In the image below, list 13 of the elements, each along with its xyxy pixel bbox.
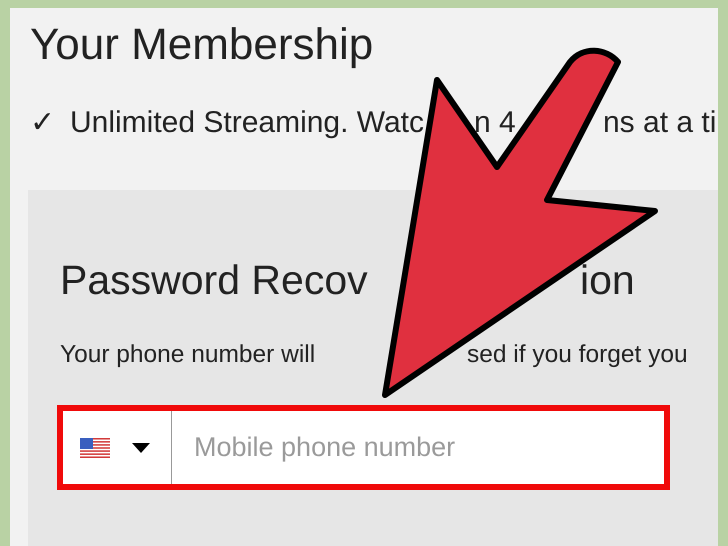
description-text: Your phone number will xyxy=(60,340,316,370)
panel-title: ion xyxy=(580,256,635,305)
panel-title: Password Recov xyxy=(60,256,368,305)
description-text: sed if you forget you xyxy=(467,340,688,370)
section-title: Your Membership xyxy=(30,19,374,70)
feature-text: Unlimited Streaming. Watc xyxy=(70,105,424,141)
check-mark: ✓ xyxy=(30,105,55,141)
flag-icon xyxy=(80,438,110,458)
phone-input[interactable]: Mobile phone number xyxy=(172,411,664,484)
feature-text: n 4 xyxy=(474,105,516,141)
phone-field[interactable]: Mobile phone number xyxy=(57,405,670,490)
caret-icon xyxy=(132,442,150,452)
feature-text: ns at a ti xyxy=(603,105,716,141)
